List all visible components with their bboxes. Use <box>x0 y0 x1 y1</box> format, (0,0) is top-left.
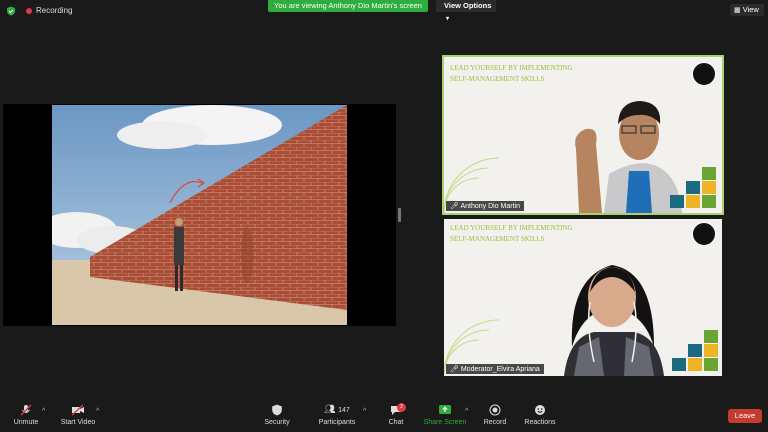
participant-video-speaker <box>575 101 682 213</box>
viewing-screen-banner: You are viewing Anthony Dio Martin's scr… <box>268 0 428 12</box>
reactions-button[interactable]: Reactions <box>522 404 558 426</box>
participants-label: Participants <box>318 419 356 426</box>
unmute-button[interactable]: Unmute <box>8 404 44 426</box>
start-video-button[interactable]: Start Video <box>58 404 98 426</box>
security-button[interactable]: Security <box>260 404 294 426</box>
security-label: Security <box>264 419 290 426</box>
participant-video-moderator <box>564 265 664 376</box>
organization-logo-icon <box>692 62 716 86</box>
participant-name: Moderator_Elvira Apriana <box>460 366 540 373</box>
video-options-caret-icon[interactable]: ^ <box>96 408 99 415</box>
participants-icon: 👥︎ <box>324 404 336 414</box>
security-shield-icon <box>7 6 15 16</box>
split-view-drag-handle[interactable] <box>398 208 401 222</box>
decorative-color-blocks <box>672 330 718 371</box>
audio-options-caret-icon[interactable]: ^ <box>42 408 45 415</box>
participants-count: 147 <box>338 407 350 414</box>
video-off-icon <box>71 404 84 416</box>
recording-icon <box>26 8 32 14</box>
participants-options-caret-icon[interactable]: ^ <box>363 408 366 415</box>
tile-slide-title-line1: LEAD YOURSELF BY IMPLEMENTING <box>450 224 573 232</box>
chat-unread-badge: 2 <box>397 403 406 412</box>
chat-label: Chat <box>388 419 404 426</box>
participants-icon-group: 👥︎ 147 <box>316 404 358 416</box>
smiley-icon <box>535 405 545 415</box>
record-button[interactable]: Record <box>480 404 510 426</box>
view-options-label: View Options <box>444 1 492 10</box>
start-video-label: Start Video <box>60 419 96 426</box>
share-screen-label: Share Screen <box>423 419 467 426</box>
shield-icon <box>272 404 282 416</box>
recording-label: Recording <box>36 6 73 15</box>
share-screen-button[interactable]: Share Screen <box>422 404 468 426</box>
muted-mic-icon: 🎤︎ <box>450 203 459 210</box>
grid-view-icon: ▦ <box>734 7 741 14</box>
view-options-button[interactable]: View Options ▾ <box>436 0 496 22</box>
participant-name: Anthony Dio Martin <box>460 203 520 210</box>
share-options-caret-icon[interactable]: ^ <box>465 408 468 415</box>
view-button-label: View <box>742 5 759 14</box>
muted-mic-icon: 🎤︎ <box>450 366 459 373</box>
muted-microphone-icon <box>20 404 32 416</box>
participant-name-tag: 🎤︎ Moderator_Elvira Apriana <box>446 364 544 374</box>
record-icon <box>489 404 501 416</box>
view-button[interactable]: ▦ View <box>730 4 764 16</box>
leave-button[interactable]: Leave <box>728 409 762 423</box>
unmute-label: Unmute <box>13 419 39 426</box>
chevron-down-icon: ▾ <box>446 16 450 22</box>
participant-name-tag: 🎤︎ Anthony Dio Martin <box>446 201 524 211</box>
organization-logo-icon <box>692 222 716 246</box>
decorative-color-blocks <box>670 167 716 208</box>
participant-tile-active-speaker: LEAD YOURSELF BY IMPLEMENTING SELF-MANAG… <box>442 55 724 215</box>
shared-slide-brick-wall-image <box>52 105 347 325</box>
record-label: Record <box>483 419 507 426</box>
reactions-label: Reactions <box>524 419 556 426</box>
participant-tile: LEAD YOURSELF BY IMPLEMENTING SELF-MANAG… <box>444 219 722 376</box>
tile-slide-title-line1: LEAD YOURSELF BY IMPLEMENTING <box>450 64 573 72</box>
participants-button[interactable]: 👥︎ 147 Participants <box>316 404 358 426</box>
share-screen-icon <box>439 405 451 414</box>
